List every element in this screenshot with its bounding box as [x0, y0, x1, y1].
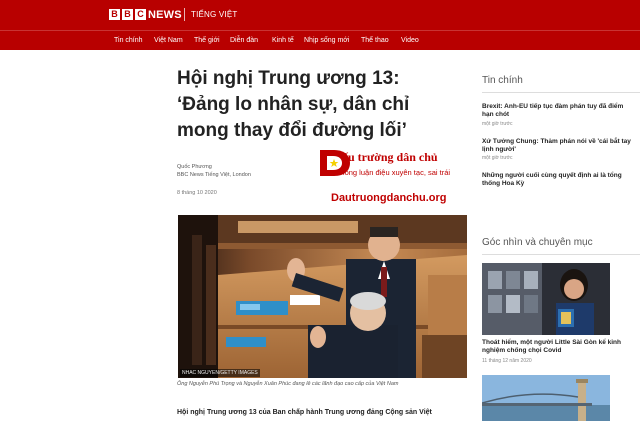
masthead: B B C NEWS TIẾNG VIỆT: [0, 0, 640, 30]
bbc-logo-letter-c: C: [135, 9, 146, 20]
feature-story-photo-illustration: [482, 263, 610, 335]
language-brand-link[interactable]: TIẾNG VIỆT: [191, 10, 237, 20]
bbc-vietnamese-article-page: B B C NEWS TIẾNG VIỆT Tin chính Việt Nam…: [0, 0, 640, 421]
top-story-time-1: một giờ trước: [482, 121, 513, 127]
top-stories-heading: Tin chính: [482, 75, 523, 86]
photo-caption: Ông Nguyễn Phú Trọng và Nguyễn Xuân Phúc…: [177, 381, 399, 387]
nav-item-nhip-song-moi[interactable]: Nhịp sống mới: [304, 36, 349, 45]
bbc-logo[interactable]: B B C: [109, 9, 146, 20]
bbc-logo-letter-b2: B: [122, 9, 133, 20]
news-brand-link[interactable]: NEWS: [148, 8, 182, 22]
watermark-url: Dautruongdanchu.org: [331, 192, 447, 204]
article-headline: Hội nghị Trung ương 13: ‘Đảng lo nhân sự…: [177, 66, 467, 144]
nav-item-tin-chinh[interactable]: Tin chính: [114, 36, 143, 45]
headline-line-2: ‘Đảng lo nhân sự, dân chỉ: [177, 94, 410, 115]
publish-date: 8 tháng 10 2020: [177, 190, 217, 196]
watermark-subtitle: Chống luận điệu xuyên tạc, sai trái: [335, 168, 451, 177]
author-name: Quốc Phương: [177, 164, 212, 170]
top-stories-divider: [482, 92, 640, 93]
top-story-link-2[interactable]: Xứ Tưởng Chung: Thảm phán nói về 'cái bắ…: [482, 138, 632, 154]
author-organization: BBC News Tiếng Việt, London: [177, 172, 251, 178]
top-story-time-2: một giờ trước: [482, 155, 513, 161]
nav-item-viet-nam[interactable]: Việt Nam: [154, 36, 183, 45]
nav-item-dien-dan[interactable]: Diễn đàn: [230, 36, 258, 45]
nav-item-the-gioi[interactable]: Thế giới: [194, 36, 220, 45]
top-story-link-3[interactable]: Những người cuối cùng quyết định ai là t…: [482, 172, 632, 188]
feature-story-link[interactable]: Thoát hiểm, một người Little Sài Gòn kể …: [482, 339, 632, 355]
opinion-divider: [482, 254, 640, 255]
article-photo-illustration: [178, 215, 467, 378]
bbc-logo-letter-b1: B: [109, 9, 120, 20]
opinion-heading: Góc nhìn và chuyên mục: [482, 237, 593, 248]
article-lead-paragraph: Hội nghị Trung ương 13 của Ban chấp hành…: [177, 409, 432, 416]
nav-item-video[interactable]: Video: [401, 36, 419, 45]
bridge-photo-illustration: [482, 375, 610, 421]
main-navigation: Tin chính Việt Nam Thế giới Diễn đàn Kin…: [0, 30, 640, 50]
photo-credit: NHAC NGUYEN/GETTY IMAGES: [180, 369, 260, 377]
brand-divider: [184, 8, 185, 21]
headline-line-3: mong thay đổi đường lối’: [177, 120, 407, 141]
nav-item-kinh-te[interactable]: Kinh tế: [272, 36, 294, 45]
feature-story-image[interactable]: [482, 263, 610, 335]
top-story-link-1[interactable]: Brexit: Anh-EU tiếp tục đàm phán tuy đã …: [482, 103, 632, 119]
nav-item-the-thao[interactable]: Thể thao: [361, 36, 389, 45]
headline-line-1: Hội nghị Trung ương 13:: [177, 68, 400, 89]
watermark-title: ấu trường dân chủ: [342, 150, 438, 164]
article-photo: [178, 215, 467, 378]
second-feature-image[interactable]: [482, 375, 610, 421]
feature-story-time: 11 tháng 12 năm 2020: [482, 358, 532, 364]
